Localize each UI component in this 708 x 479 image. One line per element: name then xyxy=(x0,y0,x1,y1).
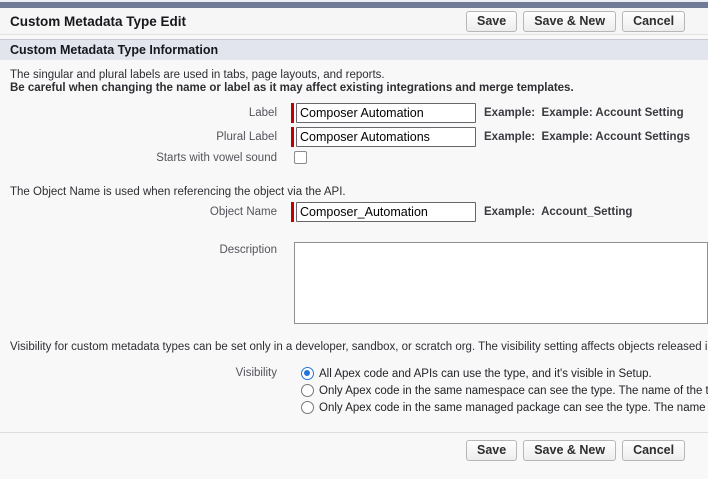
object-name-example-text: Example: Account_Setting xyxy=(484,206,633,218)
radio-option-label: Only Apex code in the same managed packa… xyxy=(319,401,708,414)
cancel-button[interactable]: Cancel xyxy=(622,440,686,461)
radio-option-label: Only Apex code in the same namespace can… xyxy=(319,384,708,397)
vowel-sound-checkbox[interactable] xyxy=(294,151,307,164)
object-name-field-label: Object Name xyxy=(209,206,277,218)
plural-label-example-text: Example: Example: Account Settings xyxy=(484,131,690,143)
visibility-field-label: Visibility xyxy=(235,367,277,379)
description-field-row: Description xyxy=(10,242,708,324)
bottom-toolbar: Save Save & New Cancel xyxy=(466,433,708,461)
plural-label-field-label: Plural Label xyxy=(216,131,277,143)
section-header: Custom Metadata Type Information xyxy=(0,39,708,60)
description-field-label: Description xyxy=(219,244,277,256)
radio-button[interactable] xyxy=(301,384,314,397)
radio-button[interactable] xyxy=(301,401,314,414)
vowel-sound-label: Starts with vowel sound xyxy=(156,151,277,164)
top-toolbar: Save Save & New Cancel xyxy=(466,11,686,32)
object-name-field-row: Object Name Example: Account_Setting xyxy=(10,202,708,222)
visibility-note: Visibility for custom metadata types can… xyxy=(10,341,708,353)
save-and-new-button[interactable]: Save & New xyxy=(523,440,617,461)
required-indicator xyxy=(291,127,294,147)
plural-label-input[interactable] xyxy=(296,127,476,147)
label-field-label: Label xyxy=(248,107,277,119)
intro-text-line1: The singular and plural labels are used … xyxy=(10,69,385,81)
label-example-text: Example: Example: Account Setting xyxy=(484,107,684,119)
page-header: Custom Metadata Type Edit Save Save & Ne… xyxy=(0,8,708,35)
visibility-options: All Apex code and APIs can use the type,… xyxy=(301,365,708,416)
description-textarea[interactable] xyxy=(294,242,708,324)
save-button[interactable]: Save xyxy=(466,11,518,32)
required-indicator xyxy=(291,202,294,222)
object-name-note: The Object Name is used when referencing… xyxy=(10,186,346,198)
save-button[interactable]: Save xyxy=(466,440,518,461)
object-name-input[interactable] xyxy=(296,202,476,222)
visibility-option-same-namespace: Only Apex code in the same namespace can… xyxy=(301,382,708,399)
label-input[interactable] xyxy=(296,103,476,123)
cancel-button[interactable]: Cancel xyxy=(622,11,686,32)
custom-metadata-type-edit-page: Custom Metadata Type Edit Save Save & Ne… xyxy=(0,0,708,479)
plural-label-field-row: Plural Label Example: Example: Account S… xyxy=(10,127,708,147)
form-content: The singular and plural labels are used … xyxy=(0,60,708,416)
radio-option-label: All Apex code and APIs can use the type,… xyxy=(319,367,652,380)
intro-text-line2: Be careful when changing the name or lab… xyxy=(10,82,574,94)
label-field-row: Label Example: Example: Account Setting xyxy=(10,103,708,123)
vowel-sound-row: Starts with vowel sound xyxy=(10,151,708,164)
page-title: Custom Metadata Type Edit xyxy=(10,14,187,29)
required-indicator xyxy=(291,103,294,123)
visibility-option-all-apex: All Apex code and APIs can use the type,… xyxy=(301,365,708,382)
visibility-field-row: Visibility All Apex code and APIs can us… xyxy=(10,365,708,416)
save-and-new-button[interactable]: Save & New xyxy=(523,11,617,32)
visibility-option-same-managed-package: Only Apex code in the same managed packa… xyxy=(301,399,708,416)
radio-button-selected[interactable] xyxy=(301,367,314,380)
